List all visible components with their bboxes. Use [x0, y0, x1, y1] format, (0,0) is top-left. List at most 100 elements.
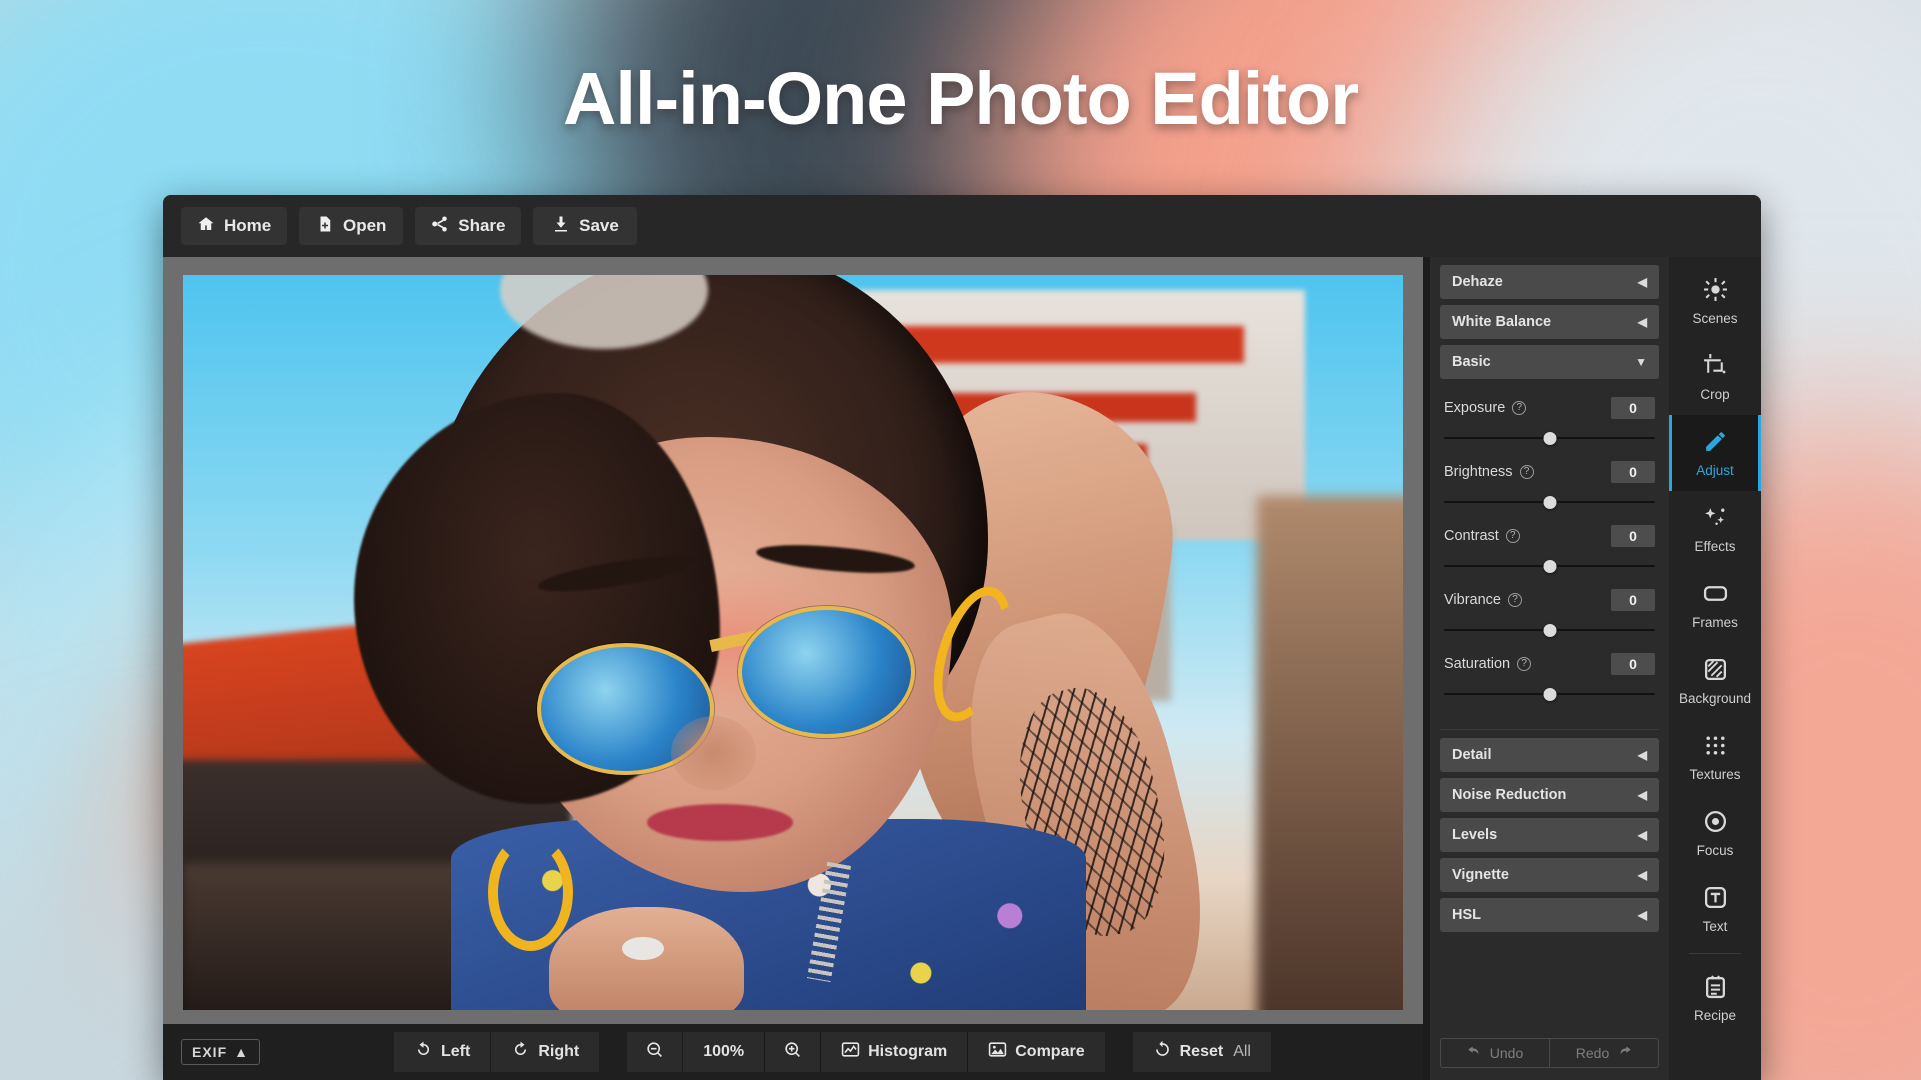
slider-saturation-track[interactable] [1444, 679, 1655, 709]
slider-brightness-track[interactable] [1444, 487, 1655, 517]
section-levels[interactable]: Levels ◀ [1440, 818, 1659, 852]
help-icon[interactable]: ? [1517, 657, 1531, 671]
help-icon[interactable]: ? [1512, 401, 1526, 415]
undo-button[interactable]: Undo [1441, 1039, 1550, 1067]
rail-item-text[interactable]: Text [1669, 871, 1761, 947]
panel-divider [1440, 729, 1659, 730]
slider-brightness-thumb[interactable] [1543, 496, 1556, 509]
slider-contrast-label: Contrast [1444, 528, 1499, 544]
share-button[interactable]: Share [415, 207, 521, 245]
compare-button[interactable]: Compare [968, 1032, 1104, 1072]
sparkles-icon [1703, 505, 1728, 533]
rail-item-crop[interactable]: Crop [1669, 339, 1761, 415]
slider-exposure-track[interactable] [1444, 423, 1655, 453]
home-button-label: Home [224, 216, 271, 236]
chevron-left-icon: ◀ [1638, 908, 1647, 922]
exif-label: EXIF [192, 1044, 227, 1060]
section-dehaze[interactable]: Dehaze ◀ [1440, 265, 1659, 299]
adjust-panel: Dehaze ◀ White Balance ◀ Basic ▼ [1423, 257, 1669, 1080]
hatched-square-icon [1703, 657, 1728, 685]
slider-saturation-label: Saturation [1444, 656, 1510, 672]
reset-group: Reset All [1133, 1032, 1271, 1072]
status-bar: EXIF ▲ Left [163, 1024, 1423, 1080]
compare-image-icon [988, 1040, 1007, 1064]
section-white-balance-label: White Balance [1452, 314, 1551, 330]
photo-nose [671, 716, 756, 790]
rail-item-text-label: Text [1703, 919, 1728, 934]
rail-item-scenes-label: Scenes [1692, 311, 1737, 326]
slider-contrast-thumb[interactable] [1543, 560, 1556, 573]
slider-vibrance-track[interactable] [1444, 615, 1655, 645]
target-icon [1703, 809, 1728, 837]
slider-contrast-label-wrap: Contrast ? [1444, 528, 1520, 544]
save-button[interactable]: Save [533, 207, 637, 245]
rounded-rect-icon [1703, 581, 1728, 609]
slider-vibrance-label: Vibrance [1444, 592, 1501, 608]
section-noise-reduction[interactable]: Noise Reduction ◀ [1440, 778, 1659, 812]
slider-vibrance-thumb[interactable] [1543, 624, 1556, 637]
section-levels-label: Levels [1452, 827, 1497, 843]
canvas-area [163, 257, 1423, 1024]
section-detail[interactable]: Detail ◀ [1440, 738, 1659, 772]
rotate-right-button[interactable]: Right [491, 1032, 599, 1072]
histogram-label: Histogram [868, 1043, 947, 1061]
rail-item-focus[interactable]: Focus [1669, 795, 1761, 871]
slider-header: Vibrance ? 0 [1444, 585, 1655, 615]
home-icon [197, 215, 215, 238]
rail-item-background[interactable]: Background [1669, 643, 1761, 719]
help-icon[interactable]: ? [1520, 465, 1534, 479]
slider-brightness-value[interactable]: 0 [1611, 461, 1655, 483]
redo-arrow-icon [1617, 1044, 1632, 1062]
slider-saturation-thumb[interactable] [1543, 688, 1556, 701]
section-basic[interactable]: Basic ▼ [1440, 345, 1659, 379]
help-icon[interactable]: ? [1506, 529, 1520, 543]
rail-item-frames-label: Frames [1692, 615, 1738, 630]
rotate-left-label: Left [441, 1043, 470, 1061]
zoom-in-button[interactable] [765, 1032, 821, 1072]
slider-vibrance-value[interactable]: 0 [1611, 589, 1655, 611]
adjust-panel-scroll[interactable]: Dehaze ◀ White Balance ◀ Basic ▼ [1430, 257, 1669, 1030]
tool-rail: Scenes Crop Adjust [1669, 257, 1761, 1080]
section-white-balance[interactable]: White Balance ◀ [1440, 305, 1659, 339]
slider-brightness-label-wrap: Brightness ? [1444, 464, 1534, 480]
section-hsl-label: HSL [1452, 907, 1481, 923]
slider-contrast-value[interactable]: 0 [1611, 525, 1655, 547]
rail-item-crop-label: Crop [1700, 387, 1729, 402]
pencil-icon [1703, 429, 1728, 457]
chevron-left-icon: ◀ [1638, 868, 1647, 882]
open-button[interactable]: Open [299, 207, 403, 245]
slider-exposure-thumb[interactable] [1543, 432, 1556, 445]
slider-header: Exposure ? 0 [1444, 393, 1655, 423]
section-hsl[interactable]: HSL ◀ [1440, 898, 1659, 932]
redo-button[interactable]: Redo [1550, 1039, 1658, 1067]
zoom-out-button[interactable] [627, 1032, 683, 1072]
save-button-label: Save [579, 216, 619, 236]
photo-canvas[interactable] [183, 275, 1403, 1010]
slider-exposure-value[interactable]: 0 [1611, 397, 1655, 419]
crop-icon [1703, 353, 1728, 381]
sun-icon [1703, 277, 1728, 305]
rail-item-adjust[interactable]: Adjust [1669, 415, 1761, 491]
top-toolbar: Home Open Share Save [163, 195, 1761, 257]
section-vignette[interactable]: Vignette ◀ [1440, 858, 1659, 892]
help-icon[interactable]: ? [1508, 593, 1522, 607]
share-icon [431, 215, 449, 238]
zoom-level-display[interactable]: 100% [683, 1032, 765, 1072]
rail-item-recipe[interactable]: Recipe [1669, 960, 1761, 1036]
compare-label: Compare [1015, 1043, 1084, 1061]
text-box-icon [1703, 885, 1728, 913]
photo-ring [622, 937, 663, 961]
rotate-left-button[interactable]: Left [394, 1032, 491, 1072]
slider-header: Saturation ? 0 [1444, 649, 1655, 679]
home-button[interactable]: Home [181, 207, 287, 245]
reset-all-button[interactable]: Reset All [1133, 1032, 1271, 1072]
rail-item-scenes[interactable]: Scenes [1669, 263, 1761, 339]
rail-item-frames[interactable]: Frames [1669, 567, 1761, 643]
rail-item-effects[interactable]: Effects [1669, 491, 1761, 567]
histogram-button[interactable]: Histogram [821, 1032, 968, 1072]
rail-item-textures[interactable]: Textures [1669, 719, 1761, 795]
exif-button[interactable]: EXIF ▲ [181, 1039, 260, 1065]
slider-contrast-track[interactable] [1444, 551, 1655, 581]
chevron-left-icon: ◀ [1638, 275, 1647, 289]
slider-saturation-value[interactable]: 0 [1611, 653, 1655, 675]
